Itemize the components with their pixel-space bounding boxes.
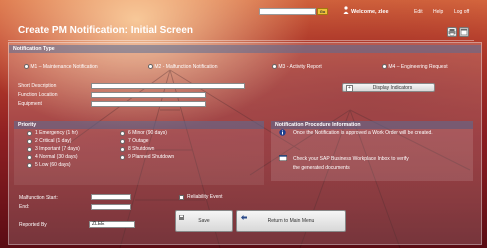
info-line-3: the generated documents bbox=[293, 165, 350, 171]
priority-option[interactable]: 7 Outage bbox=[120, 137, 174, 145]
priority-option[interactable]: 1 Emergency (1 hr) bbox=[27, 129, 80, 137]
priority-left-column: 1 Emergency (1 hr) 2 Critical (1 day) 3 … bbox=[27, 129, 80, 169]
radio-icon[interactable] bbox=[382, 64, 387, 70]
equipment-label: Equipment bbox=[18, 101, 42, 107]
checkbox-icon[interactable] bbox=[179, 194, 184, 200]
malfunction-start-input[interactable] bbox=[91, 194, 131, 200]
reported-by-label: Reported By bbox=[19, 222, 47, 228]
priority-option[interactable]: 6 Minor (90 days) bbox=[120, 129, 174, 137]
short-description-input[interactable] bbox=[91, 83, 245, 89]
radio-icon[interactable] bbox=[272, 64, 277, 70]
info-icon bbox=[279, 129, 286, 136]
priority-option[interactable]: 2 Critical (1 day) bbox=[27, 137, 80, 145]
priority-option[interactable]: 9 Planned Shutdown bbox=[120, 153, 174, 161]
back-arrow-icon bbox=[241, 215, 247, 220]
return-to-main-menu-button[interactable]: Return to Main Menu bbox=[236, 210, 346, 232]
radio-icon[interactable] bbox=[27, 130, 32, 136]
edit-link[interactable]: Edit bbox=[414, 9, 423, 15]
radio-icon[interactable] bbox=[24, 64, 29, 70]
type-option-m4[interactable]: M4 – Engineering Request bbox=[382, 64, 448, 70]
priority-option[interactable]: 3 Important (7 days) bbox=[27, 145, 80, 153]
radio-icon[interactable] bbox=[120, 130, 125, 136]
radio-icon[interactable] bbox=[27, 154, 32, 160]
end-label: End: bbox=[19, 204, 30, 210]
priority-header: Priority bbox=[14, 121, 264, 129]
type-option-m1[interactable]: M1 – Maintenance Notification bbox=[24, 64, 98, 70]
info-header: Notification Procedure Information bbox=[271, 121, 473, 129]
display-indicators-button[interactable]: + Display Indicators bbox=[342, 83, 435, 92]
info-box bbox=[271, 129, 473, 181]
info-line-2: Check your SAP Business Workplace Inbox … bbox=[293, 156, 409, 162]
welcome-text: Welcome, zlee bbox=[351, 9, 389, 15]
radio-icon[interactable] bbox=[27, 138, 32, 144]
radio-icon[interactable] bbox=[27, 162, 32, 168]
reliability-event-checkbox-row[interactable]: Reliability Event bbox=[179, 194, 223, 200]
end-input[interactable] bbox=[91, 204, 131, 210]
log-off-link[interactable]: Log off bbox=[454, 9, 469, 15]
window-icon[interactable] bbox=[459, 27, 469, 37]
priority-option[interactable]: 5 Low (60 days) bbox=[27, 161, 80, 169]
radio-icon[interactable] bbox=[120, 138, 125, 144]
radio-icon[interactable] bbox=[27, 146, 32, 152]
reported-by-input[interactable]: ZLEE bbox=[89, 221, 135, 228]
priority-option[interactable]: 4 Normal (30 days) bbox=[27, 153, 80, 161]
radio-icon[interactable] bbox=[148, 64, 153, 70]
help-link[interactable]: Help bbox=[433, 9, 443, 15]
equipment-input[interactable] bbox=[91, 101, 206, 107]
function-location-input[interactable] bbox=[91, 92, 206, 98]
print-icon[interactable] bbox=[447, 27, 457, 37]
radio-icon[interactable] bbox=[120, 146, 125, 152]
type-option-m2[interactable]: M2 - Malfunction Notification bbox=[148, 64, 217, 70]
function-location-label: Function Location bbox=[18, 92, 58, 98]
inbox-icon bbox=[279, 155, 287, 161]
go-button[interactable]: Go bbox=[317, 8, 328, 15]
plus-icon: + bbox=[346, 85, 353, 92]
radio-icon[interactable] bbox=[120, 154, 125, 160]
short-description-label: Short Description bbox=[18, 83, 57, 89]
priority-right-column: 6 Minor (90 days) 7 Outage 8 Shutdown 9 … bbox=[120, 129, 174, 161]
user-icon bbox=[343, 6, 349, 14]
notification-type-header: Notification Type bbox=[9, 45, 481, 53]
info-line-1: Once the Notification is approved a Work… bbox=[293, 130, 433, 136]
save-icon bbox=[179, 215, 184, 220]
priority-option[interactable]: 8 Shutdown bbox=[120, 145, 174, 153]
search-input[interactable] bbox=[259, 8, 316, 15]
save-button[interactable]: Save bbox=[175, 210, 233, 232]
malfunction-start-label: Malfunction Start: bbox=[19, 195, 58, 201]
type-option-m3[interactable]: M3 - Activity Report bbox=[272, 64, 322, 70]
page-title: Create PM Notification: Initial Screen bbox=[18, 25, 194, 36]
